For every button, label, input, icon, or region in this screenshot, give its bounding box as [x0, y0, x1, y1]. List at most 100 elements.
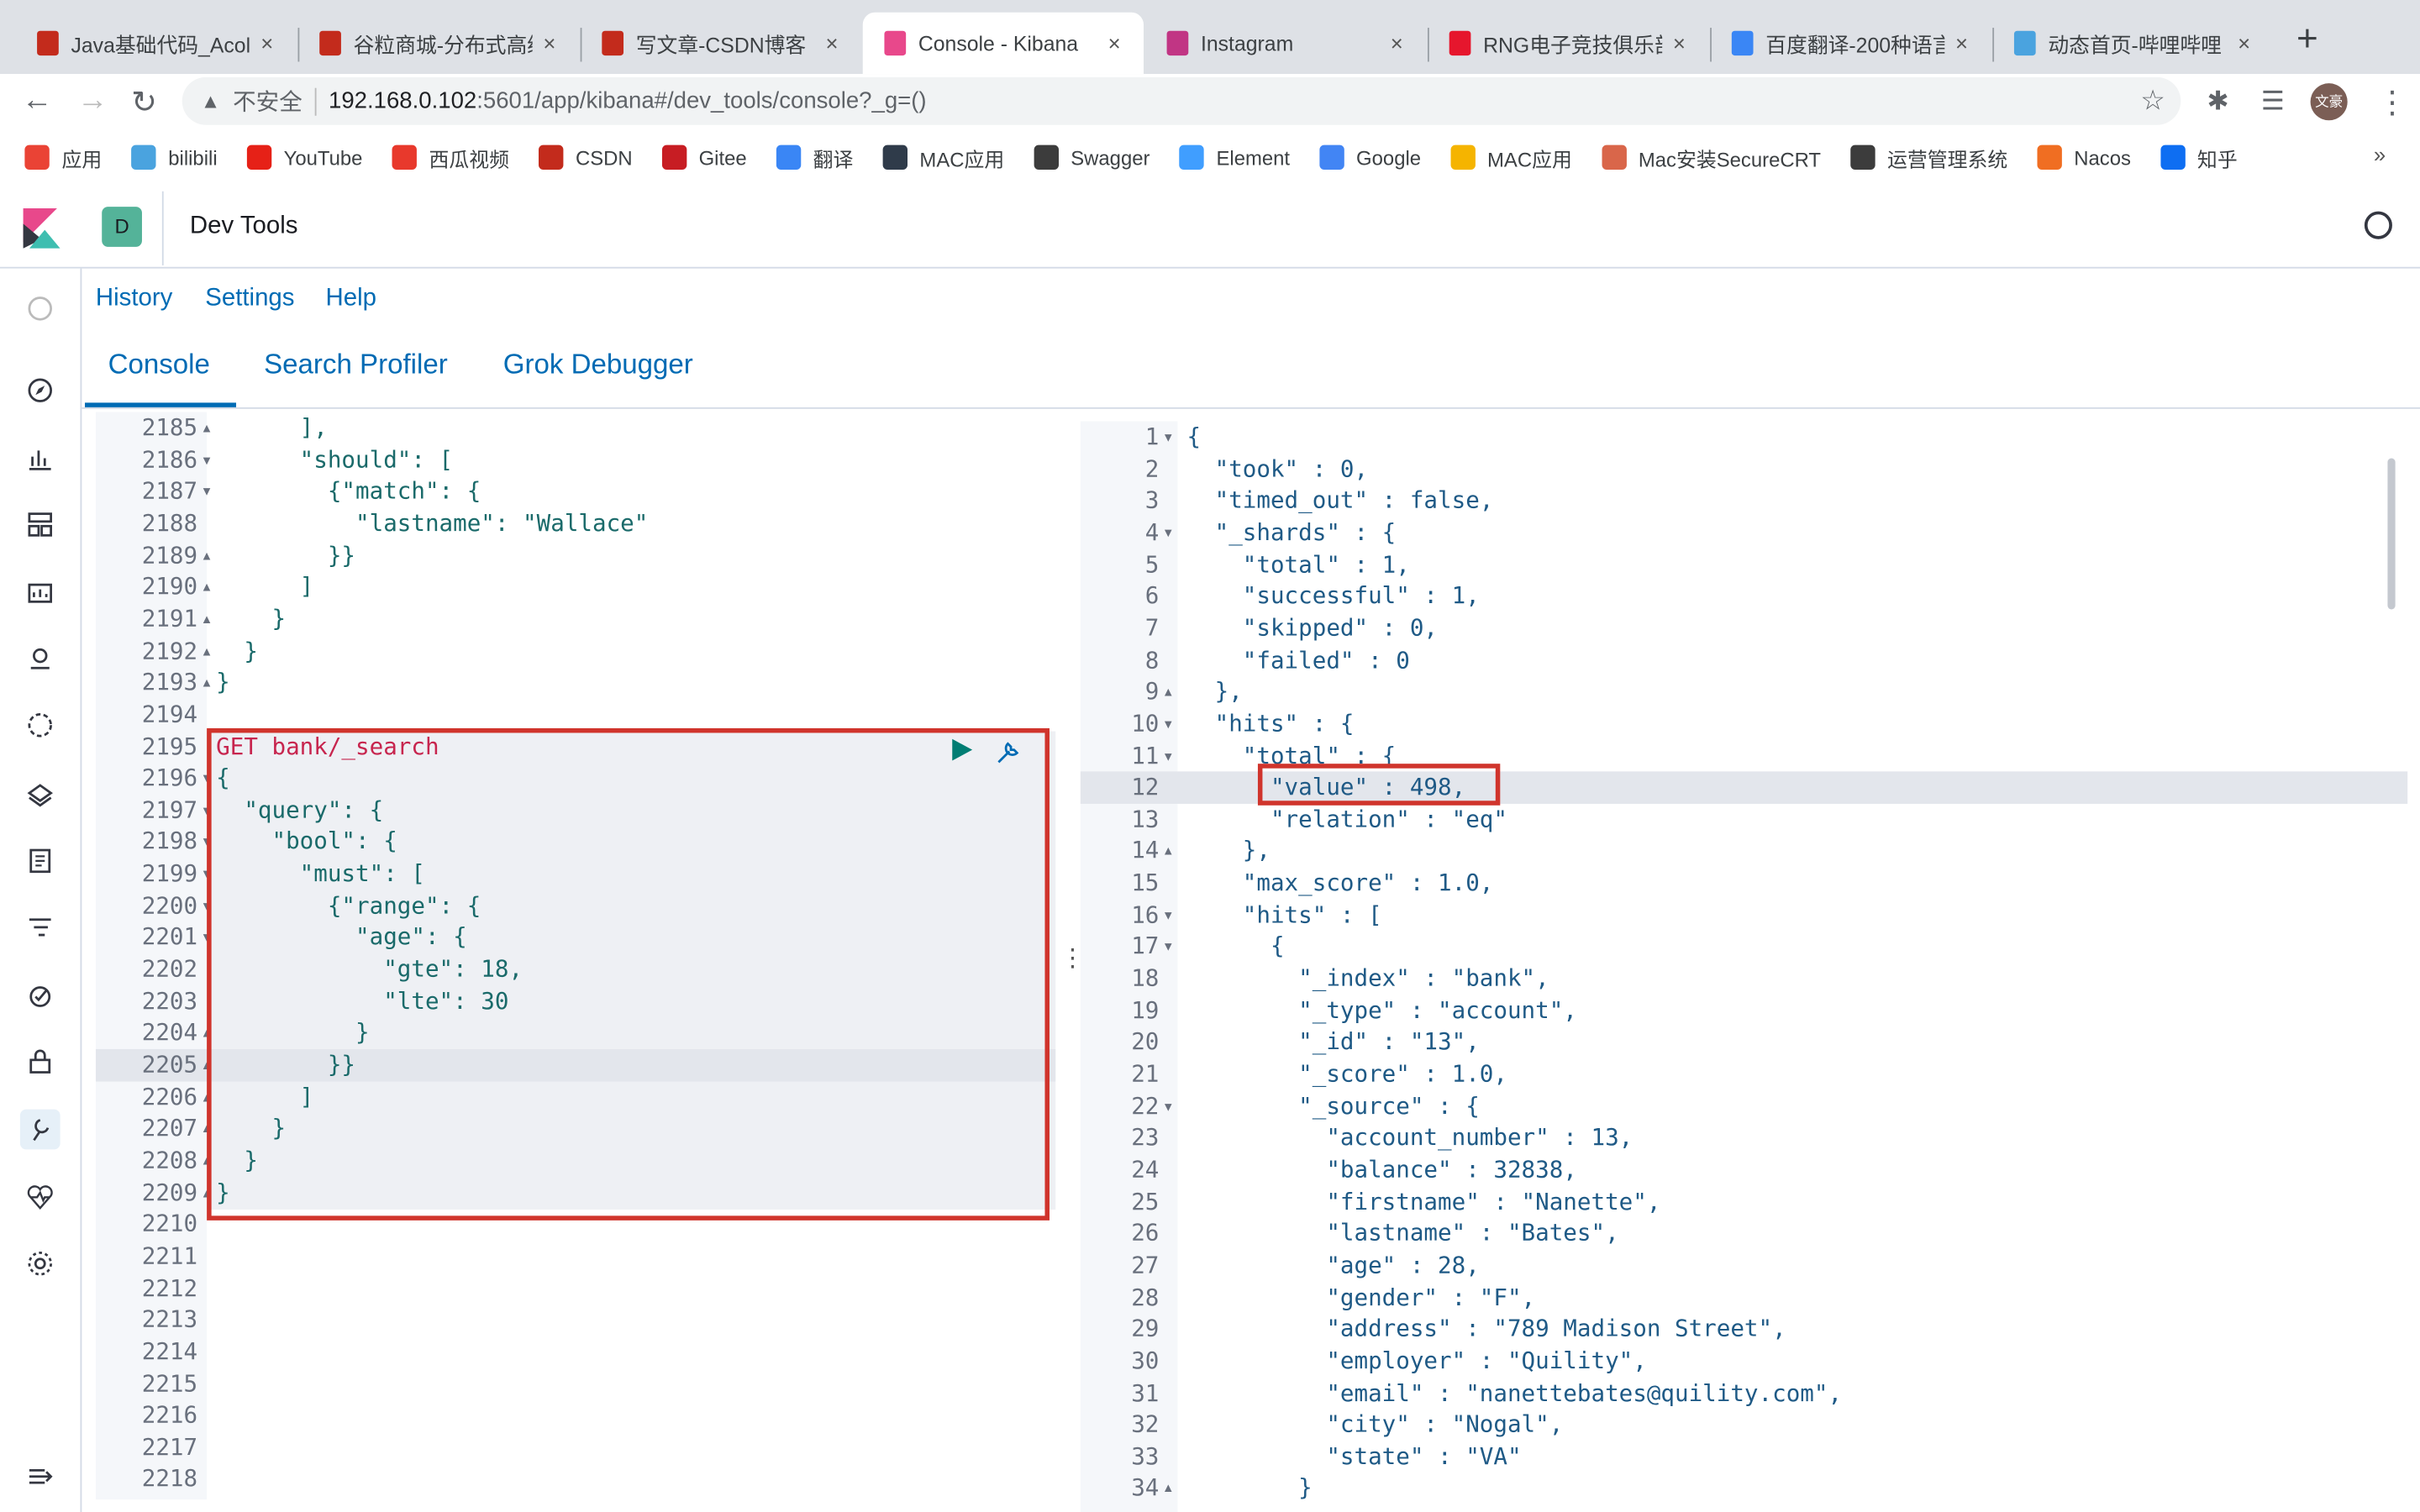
apm-icon[interactable]	[20, 907, 60, 948]
bookmark-item[interactable]: CSDN	[538, 144, 633, 171]
close-tab-icon[interactable]: ×	[2227, 31, 2260, 55]
extensions-icon[interactable]: ✱	[2207, 87, 2229, 118]
dashboard-icon[interactable]	[20, 505, 60, 545]
dev-tools-icon[interactable]	[19, 1109, 60, 1150]
monitoring-icon[interactable]	[20, 1177, 60, 1217]
response-scrollbar[interactable]	[2387, 458, 2396, 610]
line-number: 19	[1131, 995, 1160, 1025]
collapse-nav-icon[interactable]	[20, 1457, 60, 1497]
browser-tab[interactable]: Instagram ×	[1145, 13, 1426, 74]
maps-icon[interactable]	[20, 638, 60, 679]
fold-close-icon[interactable]: ▲	[1162, 844, 1175, 858]
bookmark-item[interactable]: MAC应用	[882, 143, 1004, 172]
siem-icon[interactable]	[20, 1042, 60, 1082]
new-tab-button[interactable]: +	[2296, 18, 2318, 61]
fold-open-icon[interactable]: ▼	[201, 485, 213, 499]
tab-separator	[1710, 28, 1712, 62]
close-tab-icon[interactable]: ×	[250, 31, 284, 55]
code-line: }	[216, 604, 287, 633]
tab-console[interactable]: Console	[108, 349, 210, 381]
browser-tab[interactable]: 百度翻译-200种语言 ×	[1710, 13, 1991, 74]
fold-close-icon[interactable]: ▲	[201, 676, 213, 690]
profile-avatar[interactable]: 文豪	[2310, 83, 2348, 121]
fold-close-icon[interactable]: ▲	[201, 549, 213, 563]
bookmark-item[interactable]: Google	[1318, 144, 1421, 171]
fold-close-icon[interactable]: ▲	[1162, 1482, 1175, 1496]
tab-search-profiler[interactable]: Search Profiler	[264, 349, 448, 381]
infrastructure-icon[interactable]	[20, 773, 60, 813]
line-number: 2197	[141, 795, 198, 824]
bookmark-item[interactable]: YouTube	[246, 144, 362, 171]
fold-open-icon[interactable]: ▼	[1162, 526, 1175, 540]
canvas-icon[interactable]	[20, 572, 60, 612]
fold-close-icon[interactable]: ▲	[201, 421, 213, 435]
address-bar[interactable]: ▲ 不安全 192.168.0.102 :5601/app/kibana#/de…	[182, 76, 2181, 125]
bookmark-item[interactable]: Swagger	[1034, 144, 1150, 171]
browser-tab[interactable]: 动态首页-哔哩哔哩 ×	[1992, 13, 2273, 74]
fold-open-icon[interactable]: ▼	[1162, 430, 1175, 444]
bookmark-item[interactable]: Gitee	[661, 144, 747, 171]
bookmark-star-icon[interactable]: ☆	[2140, 85, 2165, 118]
code-line: "_index" : "bank",	[1186, 964, 1549, 993]
visualize-icon[interactable]	[20, 438, 60, 479]
fold-close-icon[interactable]: ▲	[201, 580, 213, 595]
reload-icon[interactable]: ↻	[131, 83, 157, 122]
close-tab-icon[interactable]: ×	[815, 31, 849, 55]
browser-tab[interactable]: RNG电子竞技俱乐部 ×	[1428, 13, 1708, 74]
space-avatar[interactable]: D	[102, 207, 142, 247]
bookmark-item[interactable]: 翻译	[776, 143, 853, 172]
browser-tab[interactable]: Console - Kibana ×	[862, 12, 1144, 75]
management-icon[interactable]	[20, 1243, 60, 1284]
wrench-icon[interactable]	[994, 739, 1022, 767]
recent-icon[interactable]	[20, 288, 60, 328]
fold-close-icon[interactable]: ▲	[201, 612, 213, 627]
browser-tab[interactable]: 谷粒商城-分布式高级 ×	[297, 13, 578, 74]
bookmark-item[interactable]: 西瓜视频	[392, 143, 509, 172]
play-icon[interactable]	[950, 738, 974, 762]
help-link[interactable]: Help	[326, 286, 376, 313]
more-bookmarks-button[interactable]: »	[2374, 142, 2386, 166]
close-tab-icon[interactable]: ×	[533, 31, 566, 55]
fold-open-icon[interactable]: ▼	[1162, 908, 1175, 922]
discover-icon[interactable]	[20, 370, 60, 411]
kibana-logo-icon[interactable]	[23, 207, 60, 249]
fold-open-icon[interactable]: ▼	[201, 453, 213, 467]
csdn-icon	[602, 30, 624, 56]
help-menu-icon[interactable]	[2364, 211, 2392, 239]
close-tab-icon[interactable]: ×	[1944, 31, 1978, 55]
fold-open-icon[interactable]: ▼	[1162, 1100, 1175, 1114]
bookmark-item[interactable]: 运营管理系统	[1849, 143, 2007, 172]
settings-link[interactable]: Settings	[205, 286, 294, 313]
fold-open-icon[interactable]: ▼	[1162, 940, 1175, 954]
tab-separator	[1427, 28, 1429, 62]
fold-close-icon[interactable]: ▲	[201, 644, 213, 659]
media-control-icon[interactable]: ☰	[2261, 87, 2285, 118]
browser-tab[interactable]: 写文章-CSDN博客 ×	[581, 13, 861, 74]
bookmark-item[interactable]: 应用	[24, 143, 102, 172]
bookmark-item[interactable]: 知乎	[2160, 143, 2238, 172]
instagram-icon	[1166, 30, 1189, 56]
tab-grok-debugger[interactable]: Grok Debugger	[503, 349, 693, 381]
bookmark-item[interactable]: MAC应用	[1449, 143, 1572, 172]
bookmark-item[interactable]: Mac安装SecureCRT	[1601, 143, 1821, 172]
response-editor[interactable]: 1 ▼{2 "took" : 0, 3 "timed_out" : false, 4 ▼…	[1080, 421, 2408, 1512]
bookmark-item[interactable]: bilibili	[131, 144, 218, 171]
bookmark-item[interactable]: Element	[1179, 144, 1290, 171]
back-icon[interactable]: ←	[22, 83, 53, 118]
uptime-icon[interactable]	[20, 975, 60, 1016]
forward-icon[interactable]: →	[77, 83, 108, 118]
close-tab-icon[interactable]: ×	[1380, 31, 1413, 55]
browser-tab[interactable]: Java基础代码_Acol ×	[15, 13, 296, 74]
logs-icon[interactable]	[20, 841, 60, 881]
close-tab-icon[interactable]: ×	[1662, 31, 1696, 55]
fold-open-icon[interactable]: ▼	[1162, 749, 1175, 764]
bookmark-item[interactable]: Nacos	[2037, 144, 2131, 171]
ml-icon[interactable]	[20, 705, 60, 745]
menu-icon[interactable]: ⋮	[2377, 83, 2408, 122]
mac-app-icon	[882, 144, 908, 171]
close-tab-icon[interactable]: ×	[1097, 31, 1131, 55]
fold-open-icon[interactable]: ▼	[1162, 717, 1175, 732]
translate-icon	[1731, 30, 1754, 56]
fold-close-icon[interactable]: ▲	[1162, 685, 1175, 700]
history-link[interactable]: History	[96, 286, 172, 313]
